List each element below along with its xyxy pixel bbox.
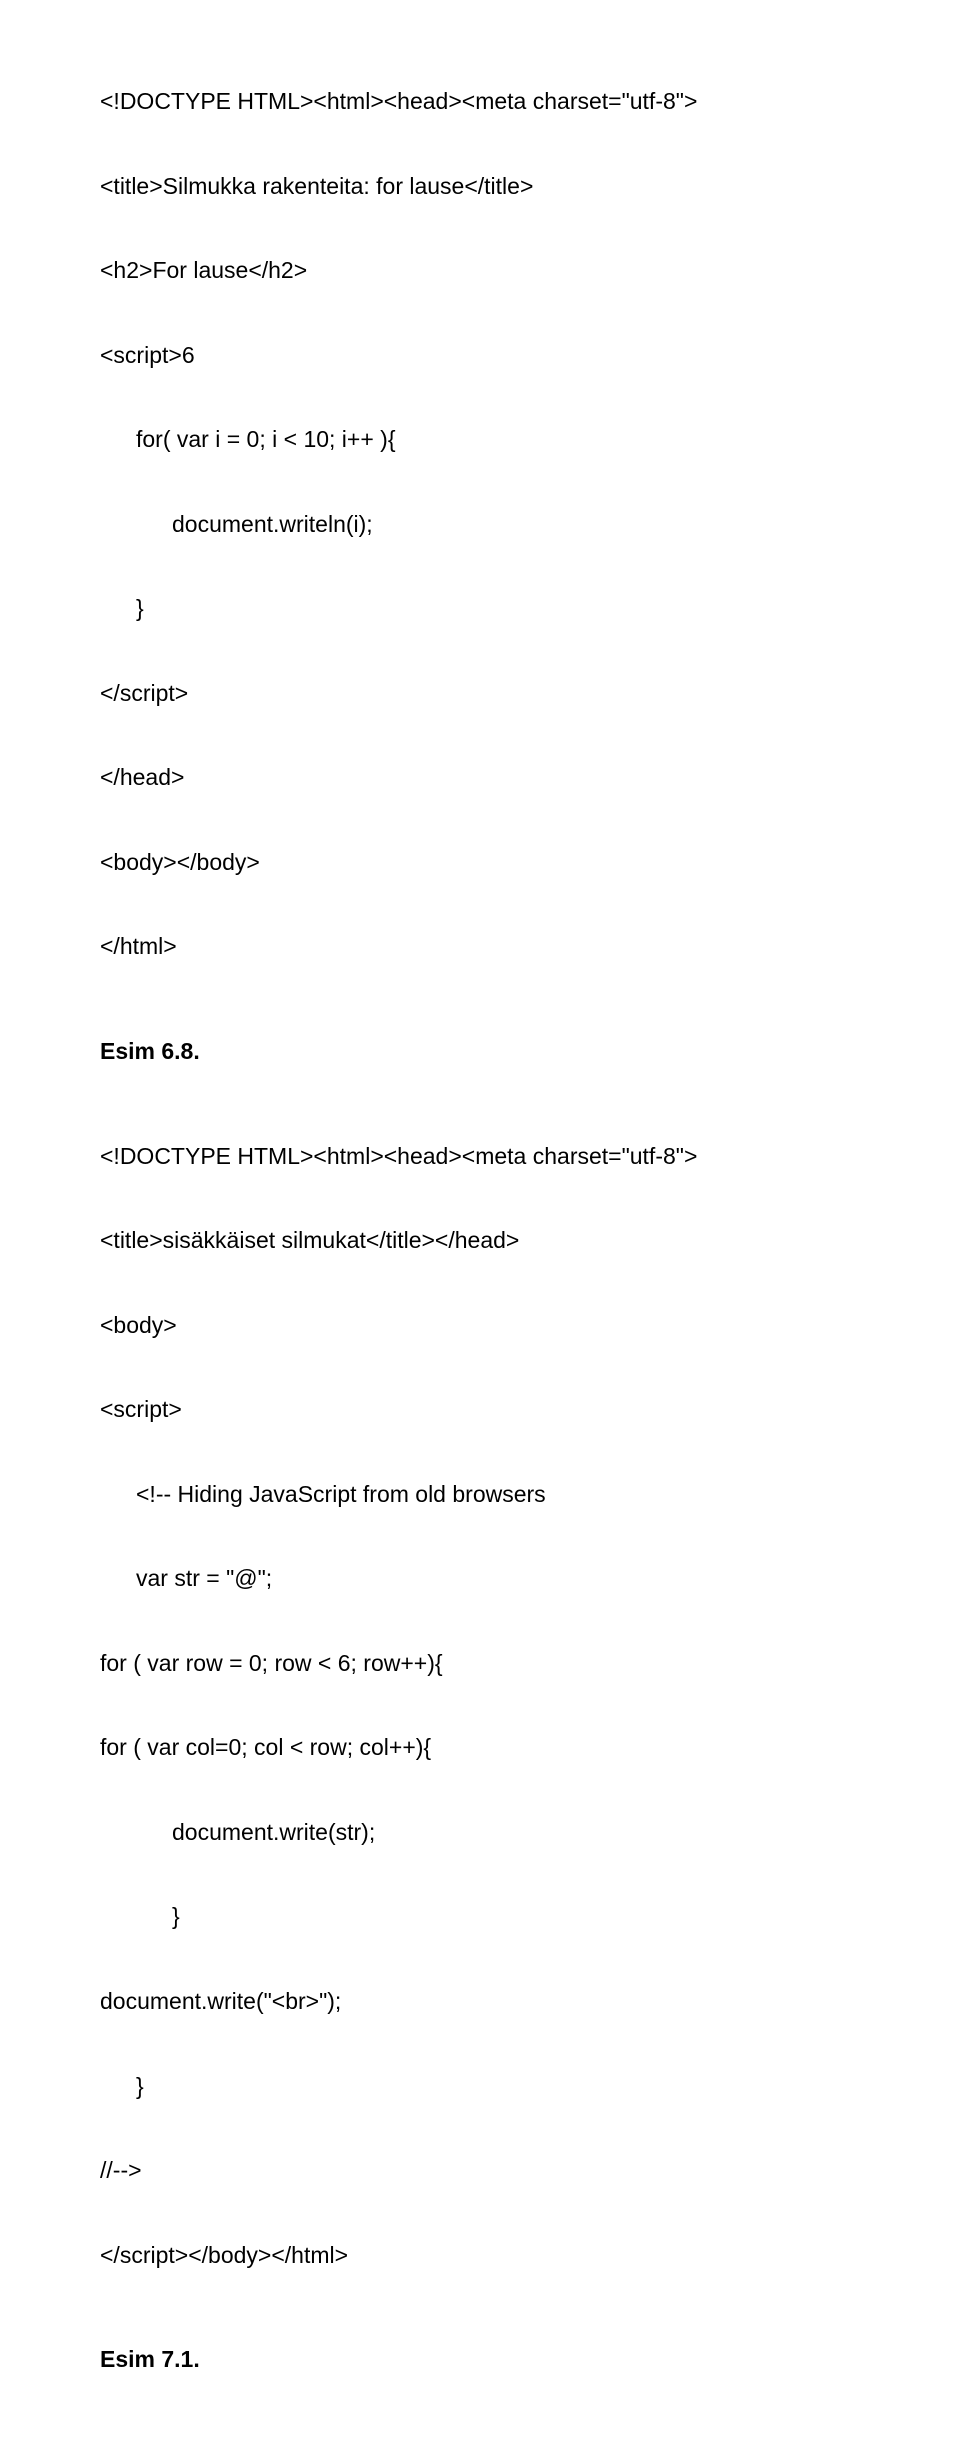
code-line: <!DOCTYPE HTML><html><head><meta charset… [100, 1135, 880, 1178]
spacer [100, 2276, 880, 2338]
code-line: <!-- Hiding JavaScript from old browsers [100, 1473, 880, 1516]
spacer [100, 2107, 880, 2149]
code-line: <body> [100, 1304, 880, 1347]
spacer [100, 1346, 880, 1388]
spacer [100, 1769, 880, 1811]
spacer [100, 376, 880, 418]
code-line: </script></body></html> [100, 2234, 880, 2277]
spacer [100, 968, 880, 1030]
spacer [100, 1684, 880, 1726]
section-heading: Esim 7.1. [100, 2338, 880, 2381]
spacer [100, 714, 880, 756]
spacer [100, 1073, 880, 1135]
code-line: document.write(str); [100, 1811, 880, 1854]
code-line: </head> [100, 756, 880, 799]
code-line: <script> [100, 1388, 880, 1431]
spacer [100, 1515, 880, 1557]
code-line: for ( var col=0; col < row; col++){ [100, 1726, 880, 1769]
spacer [100, 1177, 880, 1219]
spacer [100, 292, 880, 334]
spacer [100, 799, 880, 841]
code-line: <!DOCTYPE HTML><html><head><meta charset… [100, 80, 880, 123]
code-line: <script>6 [100, 334, 880, 377]
spacer [100, 2192, 880, 2234]
code-line: for( var i = 0; i < 10; i++ ){ [100, 418, 880, 461]
code-line: <body></body> [100, 841, 880, 884]
spacer [100, 1262, 880, 1304]
code-line: } [100, 587, 880, 630]
spacer [100, 123, 880, 165]
spacer [100, 630, 880, 672]
code-line: var str = "@"; [100, 1557, 880, 1600]
spacer [100, 1600, 880, 1642]
spacer [100, 207, 880, 249]
code-line: document.writeln(i); [100, 503, 880, 546]
spacer [100, 2023, 880, 2065]
section-heading: Esim 6.8. [100, 1030, 880, 1073]
code-line: } [100, 2065, 880, 2108]
spacer [100, 1853, 880, 1895]
spacer [100, 883, 880, 925]
spacer [100, 1431, 880, 1473]
code-line: for ( var row = 0; row < 6; row++){ [100, 1642, 880, 1685]
spacer [100, 1938, 880, 1980]
code-line: </html> [100, 925, 880, 968]
code-line: //--> [100, 2149, 880, 2192]
code-line: document.write("<br>"); [100, 1980, 880, 2023]
code-line: } [100, 1895, 880, 1938]
spacer [100, 461, 880, 503]
code-line: <h2>For lause</h2> [100, 249, 880, 292]
code-line: <title>Silmukka rakenteita: for lause</t… [100, 165, 880, 208]
code-line: <title>sisäkkäiset silmukat</title></hea… [100, 1219, 880, 1262]
document-body: <!DOCTYPE HTML><html><head><meta charset… [100, 80, 880, 2381]
code-line: </script> [100, 672, 880, 715]
spacer [100, 545, 880, 587]
